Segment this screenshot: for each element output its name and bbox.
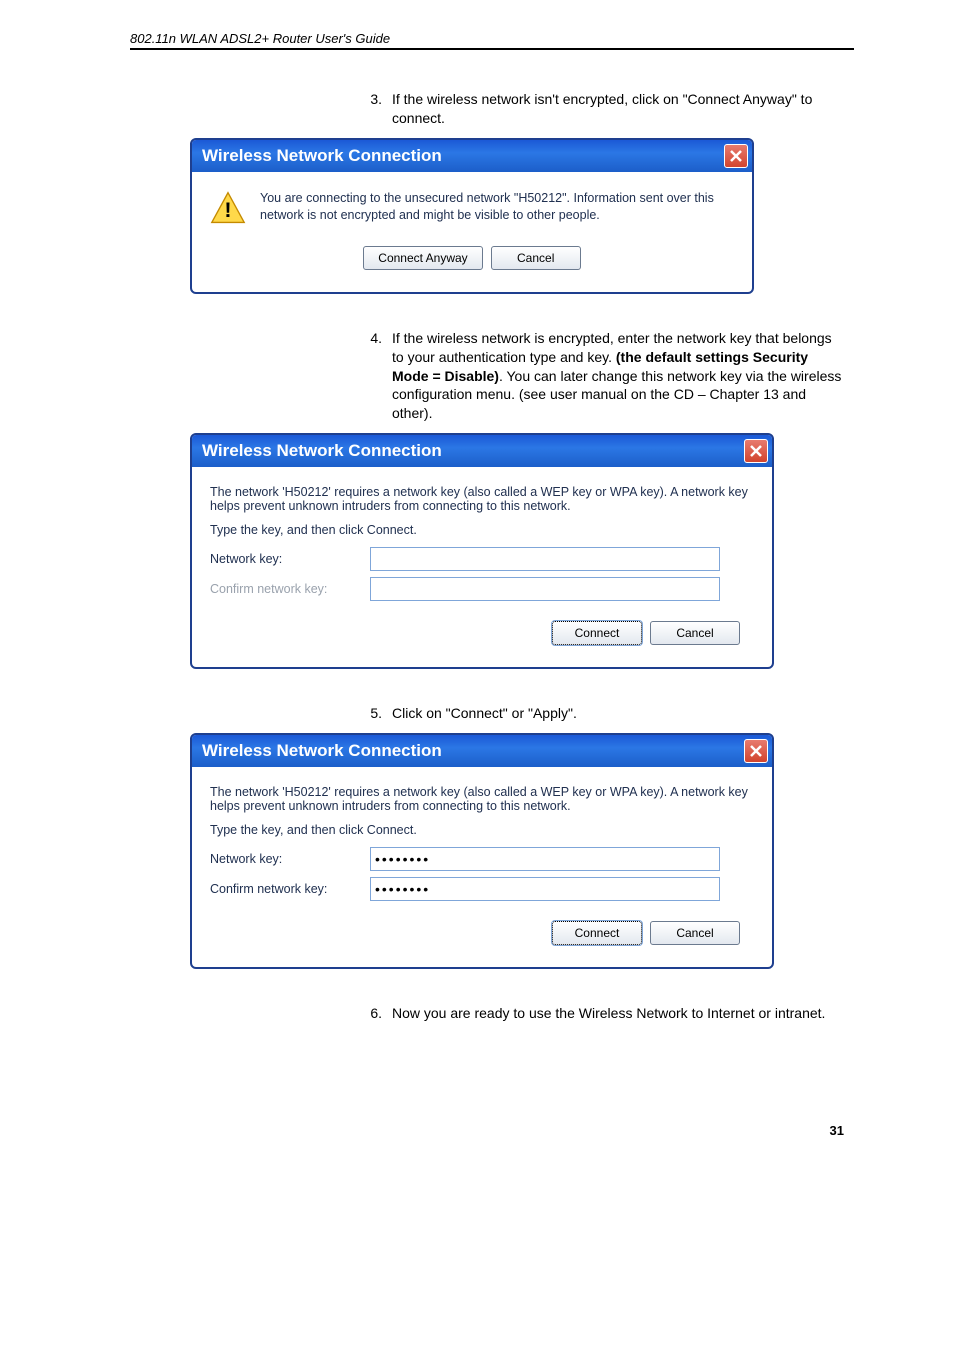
step-5-text: Click on "Connect" or "Apply". [392, 704, 844, 723]
network-key-input[interactable] [370, 547, 720, 571]
network-key-input[interactable] [370, 847, 720, 871]
step-4-text: If the wireless network is encrypted, en… [392, 329, 844, 423]
page-header: 802.11n WLAN ADSL2+ Router User's Guide [130, 31, 390, 46]
cancel-button[interactable]: Cancel [491, 246, 581, 270]
step-3-text: If the wireless network isn't encrypted,… [392, 90, 844, 128]
dialog1-title: Wireless Network Connection [202, 146, 442, 166]
svg-text:!: ! [224, 197, 231, 222]
dialog1-body: You are connecting to the unsecured netw… [260, 190, 734, 224]
confirm-key-input[interactable] [370, 877, 720, 901]
confirm-key-input[interactable] [370, 577, 720, 601]
dialog2-instr2: Type the key, and then click Connect. [210, 523, 754, 537]
step-6-text: Now you are ready to use the Wireless Ne… [392, 1004, 844, 1023]
dialog-enter-key-filled: Wireless Network Connection The network … [190, 733, 774, 969]
confirm-key-label: Confirm network key: [210, 882, 370, 896]
confirm-key-label: Confirm network key: [210, 582, 370, 596]
network-key-label: Network key: [210, 552, 370, 566]
dialog3-title: Wireless Network Connection [202, 741, 442, 761]
dialog-unsecured-warning: Wireless Network Connection ! You are co… [190, 138, 754, 294]
dialog2-title: Wireless Network Connection [202, 441, 442, 461]
step-4-num: 4. [360, 329, 392, 423]
dialog3-instr2: Type the key, and then click Connect. [210, 823, 754, 837]
connect-button[interactable]: Connect [552, 621, 642, 645]
close-icon[interactable] [744, 739, 768, 763]
step-5-num: 5. [360, 704, 392, 723]
connect-button[interactable]: Connect [552, 921, 642, 945]
dialog2-instr1: The network 'H50212' requires a network … [210, 485, 754, 513]
step-6-num: 6. [360, 1004, 392, 1023]
warning-icon: ! [210, 190, 246, 226]
cancel-button[interactable]: Cancel [650, 921, 740, 945]
dialog3-instr1: The network 'H50212' requires a network … [210, 785, 754, 813]
step-3-num: 3. [360, 90, 392, 128]
close-icon[interactable] [744, 439, 768, 463]
connect-anyway-button[interactable]: Connect Anyway [363, 246, 482, 270]
close-icon[interactable] [724, 144, 748, 168]
cancel-button[interactable]: Cancel [650, 621, 740, 645]
network-key-label: Network key: [210, 852, 370, 866]
dialog-enter-key-empty: Wireless Network Connection The network … [190, 433, 774, 669]
page-number: 31 [130, 1123, 854, 1138]
